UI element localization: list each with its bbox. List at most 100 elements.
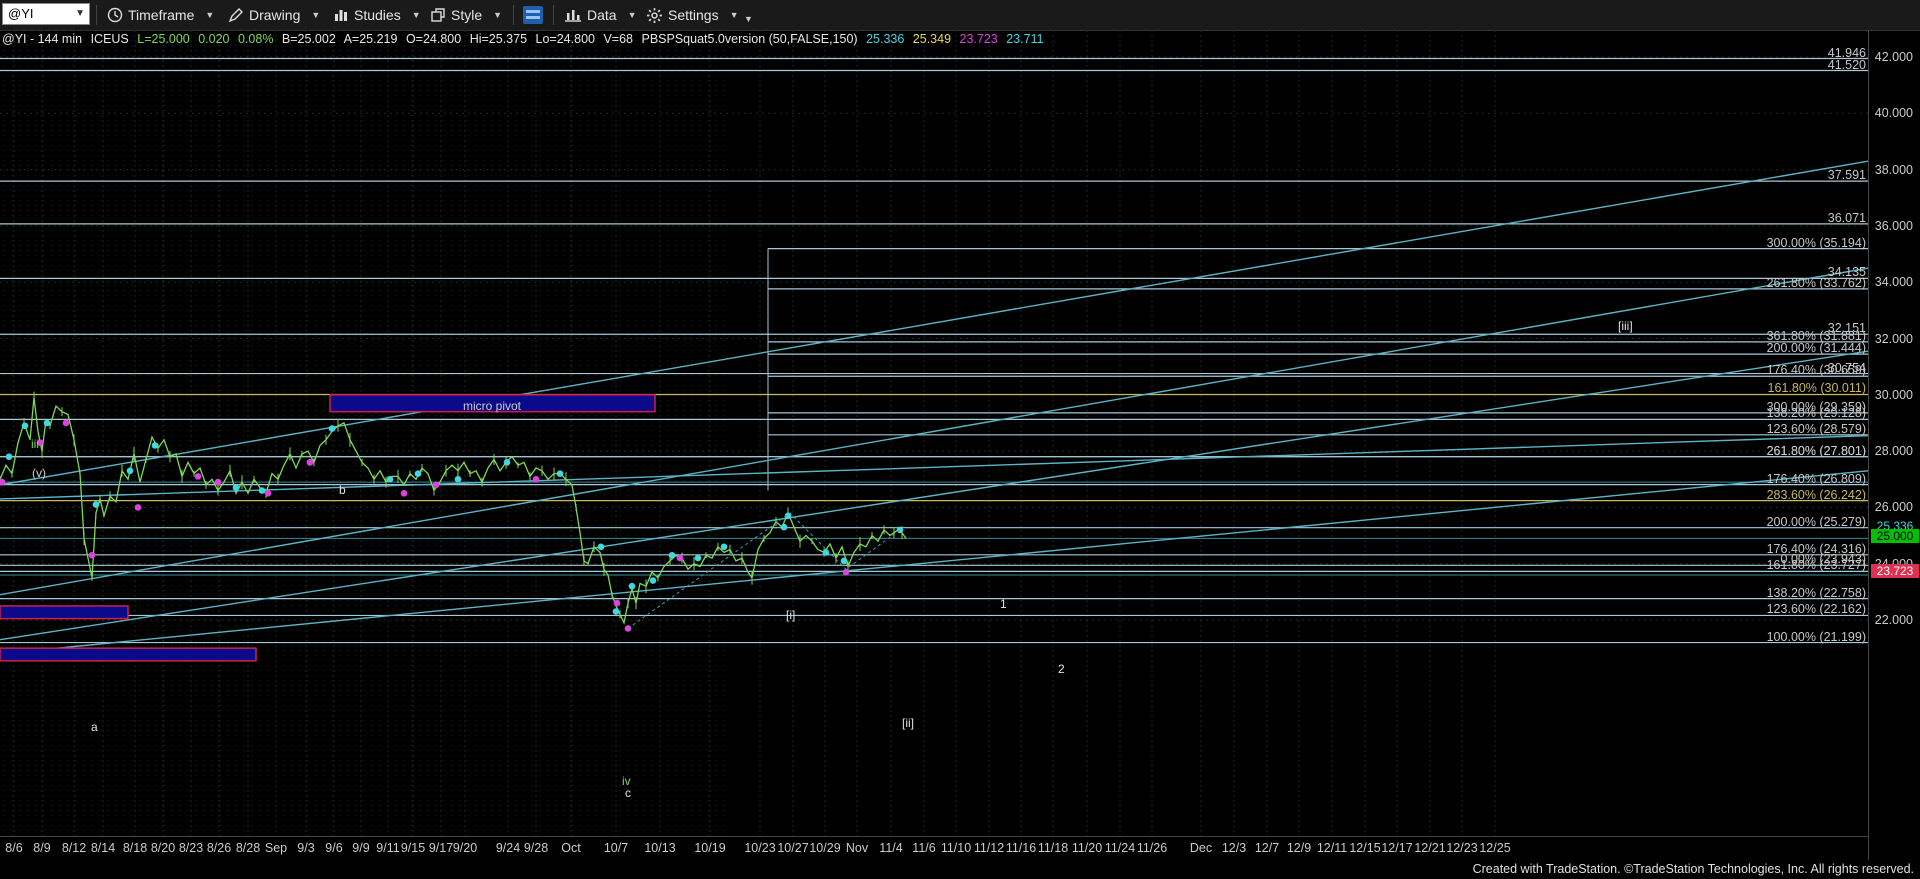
channel-line (0, 470, 1868, 655)
swing-high-marker (43, 419, 51, 427)
chart-canvas[interactable] (0, 30, 1868, 836)
swing-high-marker (649, 577, 657, 584)
date-tick-label: 11/16 (1005, 841, 1037, 855)
channel-line (0, 434, 1868, 500)
info-study-v1: 25.336 (866, 32, 905, 46)
chevron-down-icon: ▼ (493, 10, 503, 20)
timeframe-button[interactable]: Timeframe ▼ (107, 0, 214, 30)
toolbar: @YI ▼ Timeframe ▼ Drawing ▼ Studies ▼ St… (0, 0, 1920, 31)
price-axis[interactable]: 42.000 40.000 38.000 36.000 34.000 32.000 30.0… (1868, 30, 1920, 860)
data-icon (565, 10, 581, 22)
date-tick-label: 11/6 (912, 841, 936, 855)
swing-low-marker (264, 490, 272, 497)
info-symbol: @YI - 144 min (2, 32, 83, 46)
date-tick-label: 8/14 (90, 841, 116, 855)
date-tick-label: 8/18 (122, 841, 148, 855)
swing-high-marker (328, 425, 336, 432)
fib-level-label: 200.00% (31.444) (1766, 341, 1866, 356)
swing-low-marker (532, 475, 540, 483)
info-low: Lo=24.800 (535, 32, 595, 46)
swing-high-marker (92, 501, 100, 508)
date-axis[interactable]: 8/6 8/9 8/12 8/14 8/18 8/20 8/23 8/26 8/28 Sep 9/3… (0, 836, 1868, 861)
swing-high-marker (896, 526, 904, 534)
price-tick-label: 34.000 (1874, 275, 1913, 290)
date-tick-label: 12/15 (1349, 841, 1381, 855)
wave-label-iv-green: iv (622, 774, 631, 788)
info-study: PBSPSquat5.0version (50,FALSE,150) (641, 32, 858, 46)
chevron-down-icon[interactable]: ▼ (75, 4, 85, 24)
date-tick-label: 11/4 (879, 841, 903, 855)
info-last: L=25.000 (137, 32, 190, 46)
studies-button[interactable]: Studies ▼ (333, 0, 421, 30)
info-bid: B=25.002 (281, 32, 336, 46)
channel-line (0, 160, 1868, 486)
style-button[interactable]: Style ▼ (430, 0, 502, 30)
info-exchange: ICEUS (90, 32, 129, 46)
swing-high-marker (720, 543, 728, 551)
chevron-down-icon: ▼ (311, 10, 321, 20)
swing-high-marker (597, 543, 605, 551)
price-tick-label: 32.000 (1874, 331, 1913, 346)
swing-low-marker (676, 554, 684, 562)
fib-level-label: 138.20% (29.128) (1766, 406, 1866, 421)
symbol-input[interactable]: @YI ▼ (2, 3, 90, 25)
price-tick-label: 40.000 (1874, 106, 1913, 121)
date-tick-label: 10/27 (777, 841, 809, 855)
swing-high-marker (386, 475, 394, 483)
info-study-v2: 25.349 (912, 32, 952, 46)
date-tick-label: 8/12 (61, 841, 87, 855)
settings-button[interactable]: Settings ▼ (646, 0, 739, 30)
fib-level-label: 161.80% (30.011) (1767, 381, 1866, 396)
info-open: O=24.800 (405, 32, 462, 46)
swing-high-marker (232, 484, 240, 491)
date-tick-label: Nov (845, 841, 869, 855)
swing-high-marker (822, 549, 830, 556)
swing-high-marker (414, 470, 422, 477)
chevron-down-icon: ▼ (411, 10, 421, 20)
info-change: 0.020 (198, 32, 230, 46)
date-tick-label: 11/12 (973, 841, 1005, 855)
date-tick-label: 10/23 (744, 841, 776, 855)
date-tick-label: 9/9 (352, 841, 370, 855)
date-tick-label: 10/19 (694, 841, 726, 855)
price-tick-label: 28.000 (1874, 444, 1913, 459)
info-ask: A=25.219 (343, 32, 398, 46)
fib-level-label: 176.40% (30.659) (1766, 363, 1866, 378)
fib-level-label: 123.60% (22.162) (1766, 602, 1866, 617)
studies-icon (335, 10, 347, 21)
price-tick-label: 38.000 (1874, 162, 1913, 177)
swing-low-marker (432, 481, 440, 489)
date-tick-label: 8/26 (206, 841, 232, 855)
swing-high-marker (151, 442, 159, 449)
info-change-pct: 0.08% (237, 32, 274, 46)
fib-level-label: 36.071 (1827, 210, 1866, 225)
wave-label-ii-bracket: [ii] (902, 716, 914, 730)
layout-button[interactable] (522, 0, 544, 30)
pivot-box-bottom (0, 647, 257, 662)
wave-guide (627, 512, 901, 629)
date-tick-label: 12/17 (1381, 841, 1413, 855)
wave-label-two: 2 (1058, 662, 1065, 676)
data-button[interactable]: Data ▼ (564, 0, 637, 30)
date-tick-label: 12/3 (1221, 841, 1247, 855)
date-tick-label: 11/10 (940, 841, 972, 855)
chart-area[interactable] (0, 30, 1920, 879)
layout-icon (523, 6, 543, 24)
divider (553, 5, 554, 25)
price-tick-label: 30.000 (1874, 387, 1913, 402)
date-tick-label: Sep (264, 841, 288, 855)
chevron-down-icon: ▼ (205, 10, 215, 20)
swing-high-marker (612, 608, 620, 615)
date-tick-label: 12/23 (1446, 841, 1478, 855)
drawing-button[interactable]: Drawing ▼ (228, 0, 320, 30)
chevron-down-icon: ▼ (729, 10, 739, 20)
style-icon (431, 8, 445, 22)
price-tick-label: 26.000 (1874, 500, 1913, 515)
date-tick-label: 9/24 (495, 841, 521, 855)
date-tick-label: 8/6 (5, 841, 23, 855)
date-tick-label: 9/15 (400, 841, 426, 855)
date-tick-label: 11/18 (1037, 841, 1069, 855)
wave-label-iii-bracket: [iii] (1618, 319, 1633, 333)
swing-high-marker (780, 523, 788, 531)
wave-label-b: b (339, 483, 346, 497)
